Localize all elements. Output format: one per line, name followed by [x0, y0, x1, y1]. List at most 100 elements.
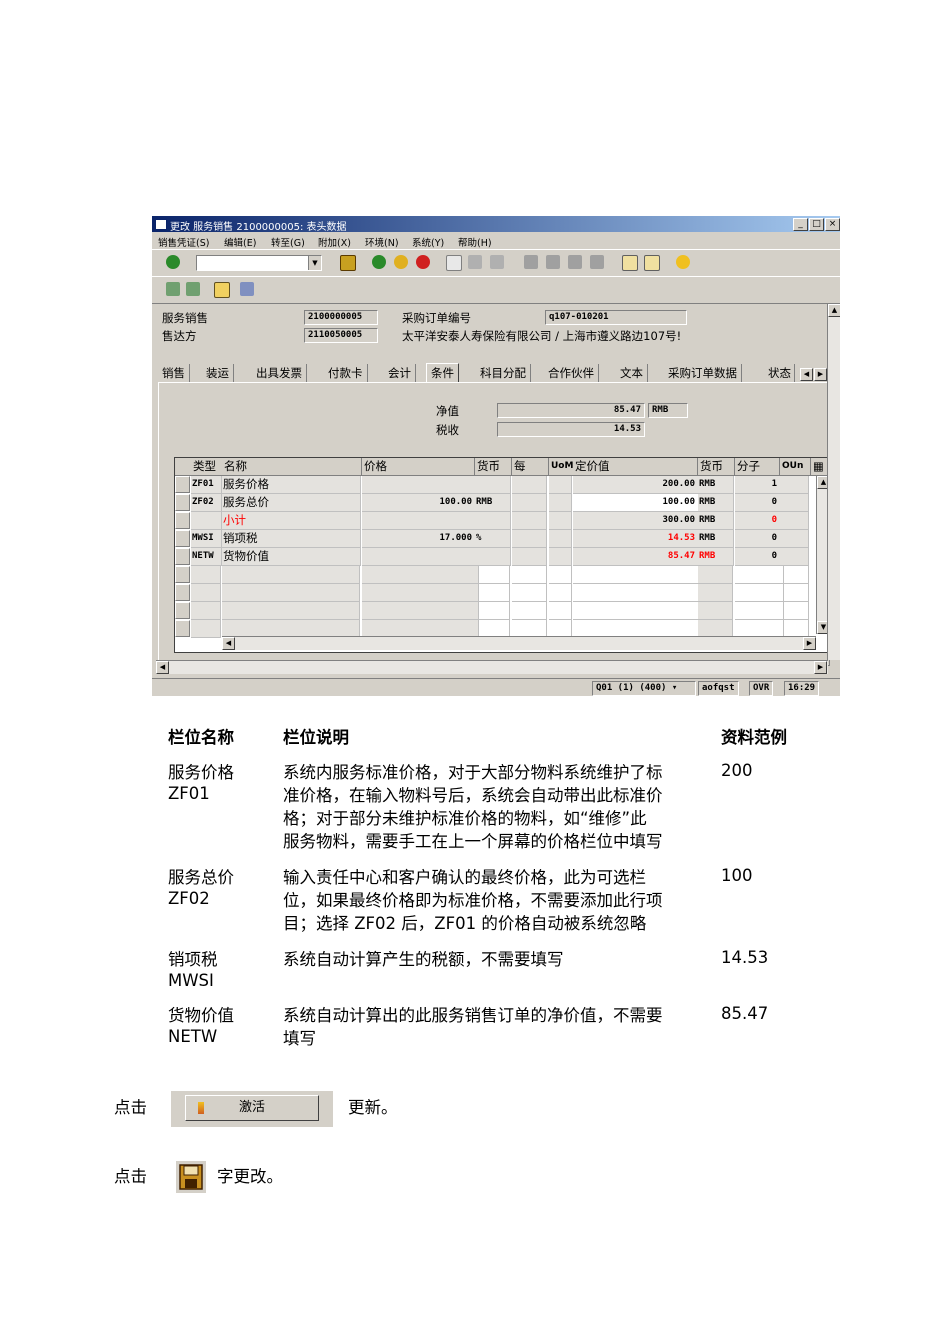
- command-field[interactable]: ▼: [196, 255, 322, 271]
- tab-scroll-right-icon[interactable]: ▶: [814, 368, 827, 381]
- cell-cur[interactable]: [475, 548, 511, 566]
- activate-button[interactable]: 激活: [185, 1095, 319, 1121]
- cell-value[interactable]: 300.00: [573, 512, 702, 530]
- cell-vcur[interactable]: RMB: [698, 530, 734, 548]
- screen-horizontal-scrollbar[interactable]: ◀ ▶: [156, 660, 828, 674]
- cell-per[interactable]: [512, 512, 547, 530]
- print-icon[interactable]: [446, 255, 462, 271]
- cell-price[interactable]: [362, 548, 479, 566]
- cell-num[interactable]: 0: [735, 512, 784, 530]
- cell-price[interactable]: 17.000: [362, 530, 479, 548]
- screen-vertical-scrollbar[interactable]: ▲: [827, 304, 840, 660]
- col-type-header[interactable]: 类型: [191, 458, 223, 476]
- tab-sales[interactable]: 销售: [158, 364, 190, 382]
- scroll-left-icon[interactable]: ◀: [222, 637, 235, 650]
- cell-num[interactable]: 0: [735, 548, 784, 566]
- cell-cur[interactable]: [475, 584, 510, 602]
- cell-value[interactable]: 200.00: [573, 476, 702, 494]
- cell-value[interactable]: 85.47: [573, 548, 702, 566]
- cell-uom[interactable]: [549, 566, 572, 584]
- previous-page-icon[interactable]: [546, 255, 560, 269]
- cell-name[interactable]: [222, 602, 360, 620]
- find-next-icon[interactable]: [490, 255, 504, 269]
- menu-help[interactable]: 帮助(H): [458, 235, 492, 249]
- save-icon[interactable]: [176, 1161, 206, 1193]
- menu-sales-doc[interactable]: 销售凭证(S): [158, 235, 209, 249]
- col-name-header[interactable]: 名称: [222, 458, 362, 476]
- cell-name[interactable]: 服务总价: [222, 494, 361, 512]
- tax-field[interactable]: 14.53: [497, 422, 645, 437]
- back-icon[interactable]: [372, 255, 386, 269]
- copy-icon[interactable]: [186, 282, 200, 296]
- cell-value[interactable]: 100.00: [573, 494, 702, 512]
- find-icon[interactable]: [468, 255, 482, 269]
- cell-cur[interactable]: RMB: [475, 494, 511, 512]
- cell-uom[interactable]: [549, 476, 572, 494]
- maximize-button[interactable]: □: [809, 218, 824, 231]
- cell-cur[interactable]: [475, 602, 510, 620]
- cell-vcur[interactable]: RMB: [698, 548, 734, 566]
- cell-oun[interactable]: [780, 476, 809, 494]
- cell-price[interactable]: [362, 476, 479, 494]
- enter-check-icon[interactable]: [166, 255, 180, 269]
- cell-cur[interactable]: [475, 566, 510, 584]
- cell-per[interactable]: [512, 566, 547, 584]
- cell-value[interactable]: [573, 584, 702, 602]
- shortcut-icon[interactable]: [644, 255, 660, 271]
- help-icon[interactable]: [676, 255, 690, 269]
- first-page-icon[interactable]: [524, 255, 538, 269]
- cell-name[interactable]: [222, 566, 360, 584]
- cell-uom[interactable]: [549, 494, 572, 512]
- cell-num[interactable]: [735, 602, 784, 620]
- cell-value[interactable]: 14.53: [573, 530, 702, 548]
- cell-oun[interactable]: [780, 602, 809, 620]
- close-button[interactable]: ×: [825, 218, 840, 231]
- cell-vcur[interactable]: RMB: [698, 476, 734, 494]
- status-mode[interactable]: OVR: [749, 681, 774, 696]
- exit-icon[interactable]: [394, 255, 408, 269]
- cell-vcur[interactable]: [698, 602, 733, 620]
- cell-type[interactable]: [191, 512, 222, 530]
- cell-cur[interactable]: [475, 476, 511, 494]
- sold-to-field[interactable]: 2110050005: [304, 328, 378, 343]
- cell-oun[interactable]: [780, 494, 809, 512]
- net-value-field[interactable]: 85.47: [497, 403, 645, 418]
- tab-payment-card[interactable]: 付款卡: [324, 364, 368, 382]
- cell-name[interactable]: 服务价格: [222, 476, 361, 494]
- row-selector[interactable]: [175, 548, 190, 565]
- cell-num[interactable]: 0: [735, 530, 784, 548]
- screen-scroll-right-icon[interactable]: ▶: [814, 661, 827, 674]
- tab-texts[interactable]: 文本: [616, 364, 648, 382]
- tab-billing[interactable]: 出具发票: [252, 364, 307, 382]
- cell-per[interactable]: [512, 584, 547, 602]
- cell-per[interactable]: [512, 602, 547, 620]
- row-selector[interactable]: [175, 530, 190, 547]
- status-system[interactable]: Q01 (1) (400) ▾: [592, 681, 696, 696]
- cell-name[interactable]: [222, 584, 360, 602]
- cell-price[interactable]: [362, 584, 479, 602]
- cell-name[interactable]: 小计: [222, 512, 361, 530]
- cell-type[interactable]: ZF02: [191, 494, 222, 512]
- cell-type[interactable]: ZF01: [191, 476, 222, 494]
- cell-num[interactable]: 0: [735, 494, 784, 512]
- col-uom-header[interactable]: UoM: [549, 458, 574, 476]
- tab-status[interactable]: 状态: [764, 364, 795, 382]
- display-doc-icon[interactable]: [240, 282, 254, 296]
- select-all-header[interactable]: [175, 458, 192, 476]
- cell-value[interactable]: [573, 602, 702, 620]
- row-selector[interactable]: [175, 494, 190, 511]
- cancel-icon[interactable]: [416, 255, 430, 269]
- cell-price[interactable]: [362, 566, 479, 584]
- menu-extras[interactable]: 附加(X): [318, 235, 351, 249]
- cell-num[interactable]: 1: [735, 476, 784, 494]
- cell-price[interactable]: [362, 512, 479, 530]
- col-value-header[interactable]: 定价值: [573, 458, 698, 476]
- chevron-down-icon[interactable]: ▼: [308, 256, 321, 270]
- screen-scroll-left-icon[interactable]: ◀: [156, 661, 169, 674]
- screen-scroll-up-icon[interactable]: ▲: [828, 304, 840, 317]
- scroll-right-icon[interactable]: ▶: [803, 637, 816, 650]
- cell-oun[interactable]: [780, 566, 809, 584]
- cell-cur[interactable]: %: [475, 530, 511, 548]
- cell-uom[interactable]: [549, 512, 572, 530]
- menu-goto[interactable]: 转至(G): [271, 235, 305, 249]
